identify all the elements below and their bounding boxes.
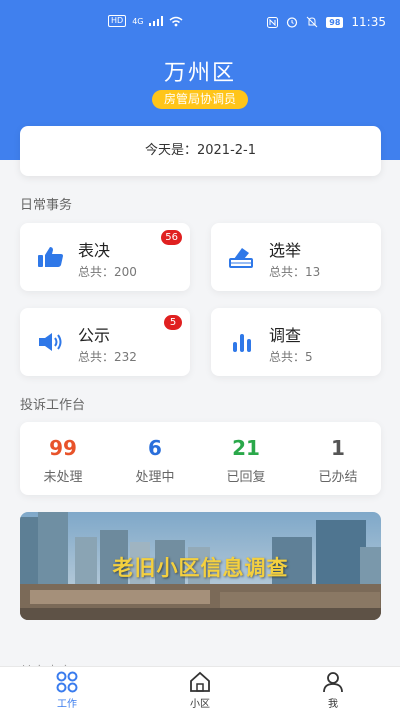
card-name: 公示 [78, 326, 111, 345]
survey-card[interactable]: 调查 总共：5 [211, 308, 381, 376]
stat-processing[interactable]: 6 处理中 [110, 436, 200, 485]
card-total: 总共：13 [269, 265, 321, 279]
page-title: 万州区 [163, 61, 236, 86]
bar-chart-icon [233, 334, 251, 352]
home-icon [190, 671, 210, 692]
date-card: 今天是：2021-2-1 [20, 126, 381, 176]
hd-indicator: HD [108, 15, 127, 27]
tab-me[interactable]: 我 [303, 671, 363, 710]
network-type: 4G [132, 16, 144, 26]
survey-banner[interactable]: 老旧小区信息调查 [20, 512, 381, 620]
clock: 11:35 [351, 15, 386, 29]
count-badge: 56 [161, 230, 182, 245]
complaint-workbench: 99 未处理 6 处理中 21 已回复 1 已办结 [20, 422, 381, 495]
card-total: 总共：200 [78, 265, 137, 279]
tab-label: 小区 [190, 699, 210, 710]
nfc-icon [267, 16, 279, 28]
card-total: 总共：232 [78, 350, 137, 364]
grid-icon [56, 671, 78, 693]
stat-value: 21 [232, 436, 260, 460]
stat-label: 未处理 [43, 470, 83, 485]
stat-value: 1 [331, 436, 345, 460]
wifi-icon [170, 16, 183, 26]
battery-indicator: 98 [326, 16, 344, 28]
daily-section-title: 日常事务 [20, 198, 73, 213]
stat-label: 处理中 [135, 470, 175, 485]
thumbs-up-icon [38, 247, 63, 267]
stat-value: 6 [148, 436, 162, 460]
bottom-tab-bar: 工作 小区 我 [0, 666, 400, 711]
status-bar: HD 4G 98 11:35 [0, 0, 400, 46]
ballot-box-icon [229, 248, 253, 268]
stat-unprocessed[interactable]: 99 未处理 [18, 436, 108, 485]
tab-work[interactable]: 工作 [37, 671, 97, 710]
vote-card[interactable]: 表决 总共：200 56 [20, 223, 190, 291]
tab-label: 工作 [57, 699, 77, 710]
card-name: 选举 [269, 241, 302, 260]
user-icon [323, 672, 343, 693]
card-name: 表决 [78, 241, 111, 260]
count-badge: 5 [164, 315, 182, 330]
tab-community[interactable]: 小区 [170, 671, 230, 710]
stat-label: 已回复 [226, 470, 266, 485]
stat-value: 99 [49, 436, 77, 460]
alarm-icon [287, 17, 298, 28]
speaker-icon [39, 333, 62, 351]
role-badge: 房管局协调员 [152, 90, 248, 109]
stat-closed[interactable]: 1 已办结 [293, 436, 383, 485]
stat-replied[interactable]: 21 已回复 [201, 436, 291, 485]
card-name: 调查 [269, 326, 302, 345]
date-text: 今天是：2021-2-1 [144, 143, 256, 158]
mute-icon [306, 16, 318, 28]
stat-label: 已办结 [318, 470, 358, 485]
signal-icon [149, 16, 164, 26]
banner-title: 老旧小区信息调查 [112, 556, 289, 580]
tab-label: 我 [328, 699, 338, 710]
announcement-card[interactable]: 公示 总共：232 5 [20, 308, 190, 376]
card-total: 总共：5 [269, 350, 313, 364]
election-card[interactable]: 选举 总共：13 [211, 223, 381, 291]
complaint-section-title: 投诉工作台 [20, 398, 86, 413]
